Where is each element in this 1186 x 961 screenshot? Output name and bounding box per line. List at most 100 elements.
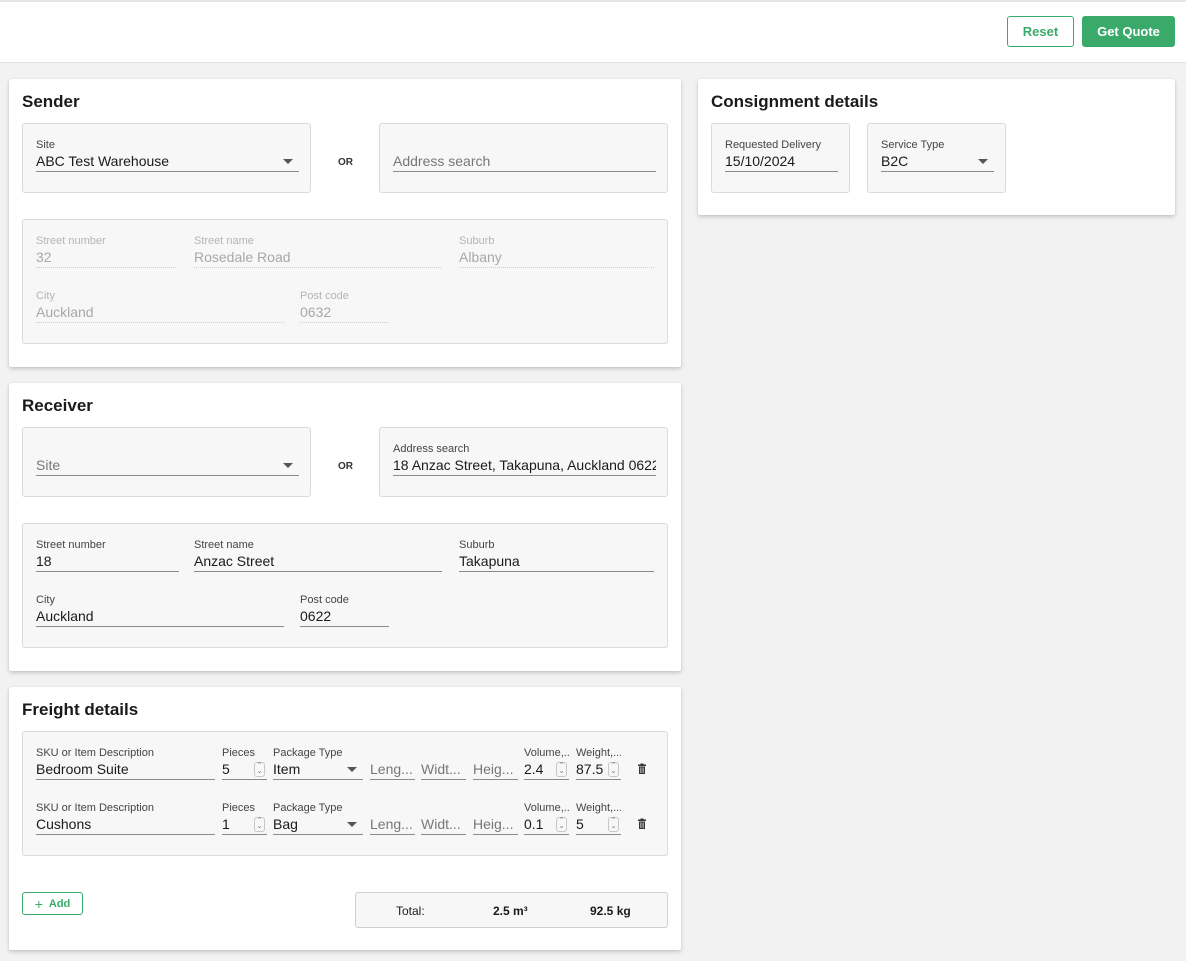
receiver-post-code-label: Post code [300,594,349,606]
stepper-icon[interactable]: ⌃ ⌄ [608,762,619,777]
chevron-down-icon [347,822,357,827]
sender-street-number-label: Street number [36,235,106,247]
volume-input[interactable]: Volume,... 2.4 ⌃ ⌄ [524,747,569,781]
weight-input[interactable]: Weight,... 87.5 ⌃ ⌄ [576,747,621,781]
sender-street-number-value: 32 [36,249,52,265]
service-type-label: Service Type [881,139,945,151]
package-type-value: Item [273,761,301,777]
receiver-post-code-input[interactable]: Post code 0622 [300,594,389,628]
totals-volume: 2.5 m³ [493,904,528,918]
length-placeholder: Leng... [370,816,413,832]
stepper-icon[interactable]: ⌃ ⌄ [556,762,567,777]
sender-address-box: Address search [379,123,668,193]
sender-street-name-label: Street name [194,235,254,247]
sku-label: SKU or Item Description [36,802,154,814]
receiver-or-label: OR [338,461,353,472]
receiver-address-search-input[interactable]: Address search 18 Anzac Street, Takapuna… [393,443,656,477]
receiver-street-number-input[interactable]: Street number 18 [36,539,179,573]
receiver-street-number-label: Street number [36,539,106,551]
receiver-city-input[interactable]: City Auckland [36,594,284,628]
totals-label: Total: [396,904,425,918]
sku-label: SKU or Item Description [36,747,154,759]
stepper-icon[interactable]: ⌃ ⌄ [608,817,619,832]
width-input[interactable]: Widt... [421,802,466,836]
sender-suburb-value: Albany [459,249,502,265]
height-input[interactable]: Heig... [473,747,518,781]
sender-address-search-placeholder: Address search [393,153,491,169]
sender-suburb-label: Suburb [459,235,495,247]
volume-label: Volume,... [524,747,569,759]
requested-delivery-input[interactable]: Requested Delivery 15/10/2024 [725,139,838,173]
consignment-card: Consignment details Requested Delivery 1… [698,79,1175,215]
chevron-down-icon [978,159,988,164]
width-placeholder: Widt... [421,816,461,832]
receiver-address-search-value: 18 Anzac Street, Takapuna, Auckland 0622 [393,457,656,473]
package-type-select[interactable]: Package Type Item [273,747,363,781]
reset-button[interactable]: Reset [1007,16,1074,47]
volume-value: 2.4 [524,761,544,777]
weight-input[interactable]: Weight,... 5 ⌃ ⌄ [576,802,621,836]
sender-post-code-label: Post code [300,290,349,302]
service-type-select[interactable]: Service Type B2C [881,139,994,173]
sender-address-search-input[interactable]: Address search [393,139,656,173]
package-type-label: Package Type [273,802,343,814]
receiver-suburb-input[interactable]: Suburb Takapuna [459,539,654,573]
get-quote-button[interactable]: Get Quote [1082,16,1175,47]
receiver-city-value: Auckland [36,608,94,624]
width-input[interactable]: Widt... [421,747,466,781]
sender-street-name-field: Street name Rosedale Road [194,235,441,269]
receiver-address-search-label: Address search [393,443,470,455]
sku-input[interactable]: SKU or Item Description Bedroom Suite [36,747,215,781]
freight-title: Freight details [22,700,139,719]
trash-icon[interactable] [636,763,648,775]
volume-input[interactable]: Volume,... 0.1 ⌃ ⌄ [524,802,569,836]
sku-value: Bedroom Suite [36,761,129,777]
receiver-suburb-label: Suburb [459,539,495,551]
add-item-button[interactable]: + Add [22,892,83,915]
weight-label: Weight,... [576,802,621,814]
requested-delivery-box: Requested Delivery 15/10/2024 [711,123,850,193]
receiver-street-name-value: Anzac Street [194,553,275,569]
chevron-down-icon [283,463,293,468]
sender-suburb-field: Suburb Albany [459,235,654,269]
receiver-site-select[interactable]: Site [36,443,299,477]
width-placeholder: Widt... [421,761,461,777]
length-input[interactable]: Leng... [370,802,415,836]
stepper-icon[interactable]: ⌃ ⌄ [254,817,265,832]
sender-street-name-value: Rosedale Road [194,249,291,265]
receiver-address-box: Address search 18 Anzac Street, Takapuna… [379,427,668,497]
sender-city-label: City [36,290,55,302]
requested-delivery-value: 15/10/2024 [725,153,796,169]
receiver-city-label: City [36,594,55,606]
receiver-address-details: Street number 18 Street name Anzac Stree… [22,523,668,648]
sender-city-field: City Auckland [36,290,284,324]
stepper-icon[interactable]: ⌃ ⌄ [556,817,567,832]
height-input[interactable]: Heig... [473,802,518,836]
sku-input[interactable]: SKU or Item Description Cushons [36,802,215,836]
volume-value: 0.1 [524,816,544,832]
top-bar: Reset Get Quote [0,0,1186,63]
sku-value: Cushons [36,816,92,832]
receiver-street-name-input[interactable]: Street name Anzac Street [194,539,442,573]
weight-value: 5 [576,816,584,832]
receiver-post-code-value: 0622 [300,608,332,624]
receiver-street-number-value: 18 [36,553,52,569]
height-placeholder: Heig... [473,761,514,777]
length-input[interactable]: Leng... [370,747,415,781]
consignment-title: Consignment details [711,92,879,111]
pieces-input[interactable]: Pieces 1 ⌃ ⌄ [222,802,267,836]
volume-label: Volume,... [524,802,569,814]
requested-delivery-label: Requested Delivery [725,139,821,151]
stepper-icon[interactable]: ⌃ ⌄ [254,762,265,777]
plus-icon: + [34,895,43,912]
pieces-input[interactable]: Pieces 5 ⌃ ⌄ [222,747,267,781]
pieces-value: 5 [222,761,230,777]
chevron-down-icon [283,159,293,164]
sender-site-box: Site ABC Test Warehouse [22,123,311,193]
sender-site-select[interactable]: Site ABC Test Warehouse [36,139,299,173]
freight-items-box: SKU or Item Description Bedroom Suite Pi… [22,731,668,856]
package-type-select[interactable]: Package Type Bag [273,802,363,836]
receiver-suburb-value: Takapuna [459,553,520,569]
sender-address-details: Street number 32 Street name Rosedale Ro… [22,219,668,344]
trash-icon[interactable] [636,818,648,830]
